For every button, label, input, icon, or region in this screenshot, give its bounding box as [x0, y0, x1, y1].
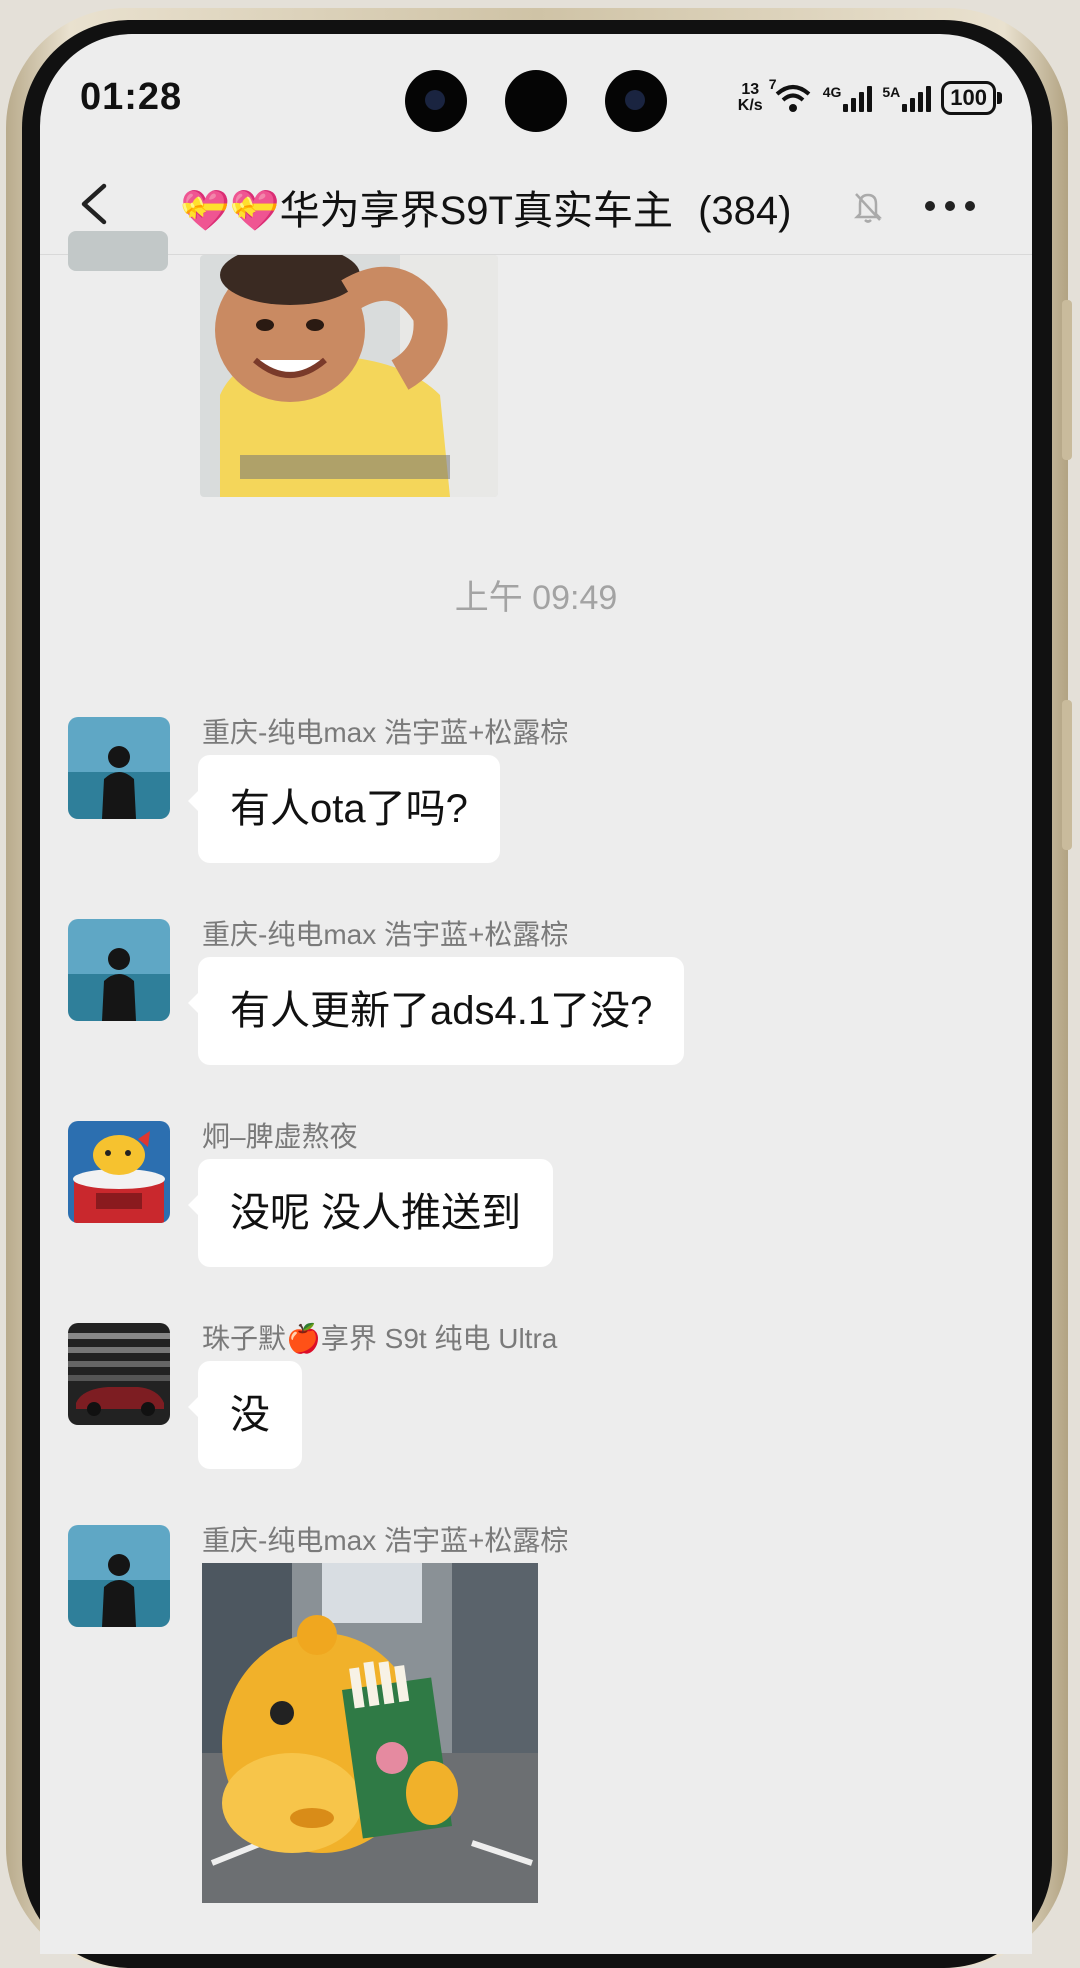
group-title: 💝💝华为享界S9T真实车主 (384): [180, 178, 791, 236]
avatar[interactable]: [68, 717, 170, 819]
signal-icon-1: 4G: [823, 84, 873, 112]
power-button: [1062, 700, 1072, 850]
message-bubble[interactable]: 有人ota了吗?: [188, 755, 500, 863]
status-bar: 01:28 13 K/s 7 4G 5A 100: [40, 34, 1032, 154]
message-bubble[interactable]: 没: [188, 1361, 302, 1469]
back-button[interactable]: [66, 174, 126, 234]
avatar[interactable]: [68, 1323, 170, 1425]
chat-timestamp: 上午 09:49: [454, 579, 618, 617]
message-bubble[interactable]: 没呢 没人推送到: [187, 1159, 554, 1267]
chat-header: 💝💝华为享界S9T真实车主 (384): [40, 154, 1032, 255]
sender-name: 炯–脾虚熬夜: [202, 1121, 358, 1152]
network-speed: 13 K/s: [737, 81, 763, 114]
sender-name: 珠子默🍎享界 S9t 纯电 Ultra: [202, 1323, 558, 1354]
volume-button: [1062, 300, 1072, 460]
message-row: 重庆-纯电max 浩宇蓝+松露棕 有人ota了吗?: [68, 717, 668, 867]
avatar[interactable]: [68, 919, 170, 1021]
member-count: (384): [698, 189, 792, 233]
mute-bell-icon: [848, 186, 888, 226]
message-row: 炯–脾虚熬夜 没呢 没人推送到: [68, 1121, 668, 1271]
sticker-image-baby[interactable]: [200, 255, 498, 497]
status-icons: 13 K/s 7 4G 5A 100: [737, 76, 1002, 118]
avatar[interactable]: [68, 231, 168, 271]
sender-name: 重庆-纯电max 浩宇蓝+松露棕: [202, 919, 569, 950]
sender-name: 重庆-纯电max 浩宇蓝+松露棕: [202, 1525, 569, 1556]
group-name: 华为享界S9T真实车主: [279, 189, 673, 233]
avatar[interactable]: [68, 1525, 170, 1627]
message-row: 重庆-纯电max 浩宇蓝+松露棕: [68, 1525, 668, 1925]
signal-icon-2: 5A: [882, 84, 932, 112]
clock: 01:28: [80, 76, 183, 118]
heart-gift-icons: 💝💝: [180, 189, 280, 233]
chat-area[interactable]: 上午 09:49 重庆-纯电max 浩宇蓝+松露棕 有人ota了吗? 重庆-纯电…: [40, 231, 1032, 1954]
front-camera-2: [505, 70, 567, 132]
screen: 01:28 13 K/s 7 4G 5A 100 💝💝华为享界S9T真实车主 (…: [40, 34, 1032, 1954]
avatar[interactable]: [68, 1121, 170, 1223]
front-camera-3: [605, 70, 667, 132]
battery-icon: 100: [941, 81, 1002, 115]
more-options-button[interactable]: [920, 188, 980, 224]
message-row: 珠子默🍎享界 S9t 纯电 Ultra 没: [68, 1323, 668, 1473]
wifi-icon: 7: [769, 76, 813, 114]
sender-name: 重庆-纯电max 浩宇蓝+松露棕: [202, 717, 569, 748]
more-dots-icon: [925, 201, 975, 211]
sticker-image-capybara[interactable]: [202, 1563, 538, 1903]
front-camera-1: [405, 70, 467, 132]
message-row: 重庆-纯电max 浩宇蓝+松露棕 有人更新了ads4.1了没?: [68, 919, 868, 1069]
chevron-left-icon: [81, 183, 107, 225]
message-bubble[interactable]: 有人更新了ads4.1了没?: [187, 957, 685, 1065]
